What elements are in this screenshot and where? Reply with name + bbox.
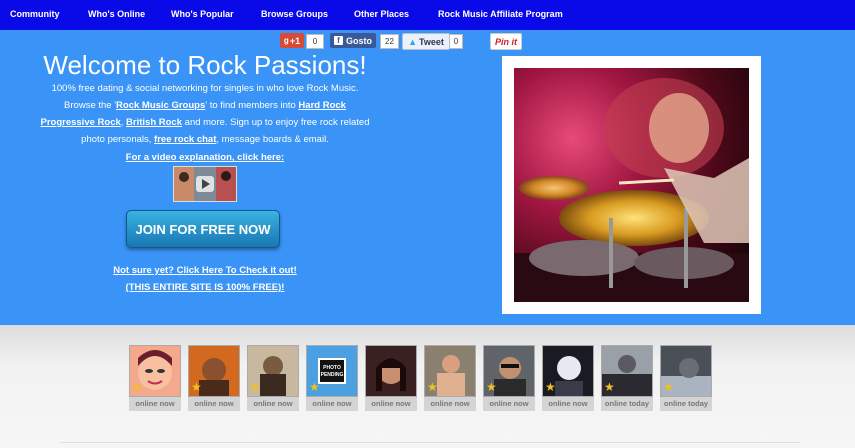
online-status: online now bbox=[247, 397, 299, 411]
tweet-button[interactable]: ▲ Tweet bbox=[402, 33, 450, 50]
share-bar: g +1 0 f Gosto 22 ▲ Tweet 0 Pin it bbox=[0, 33, 855, 50]
online-status: online now bbox=[483, 397, 535, 411]
star-icon: ★ bbox=[486, 380, 497, 394]
online-status: online now bbox=[542, 397, 594, 411]
star-icon: ★ bbox=[309, 380, 320, 394]
star-icon: ★ bbox=[663, 380, 674, 394]
star-icon: ★ bbox=[191, 380, 202, 394]
intro-text: ' to find members into bbox=[205, 100, 299, 111]
top-navigation: Community Who's Online Who's Popular Bro… bbox=[0, 0, 855, 32]
divider bbox=[60, 442, 800, 443]
google-plus-label: +1 bbox=[289, 35, 301, 46]
twitter-bird-icon: ▲ bbox=[408, 36, 418, 47]
facebook-icon: f bbox=[334, 36, 343, 45]
online-status: online now bbox=[188, 397, 240, 411]
star-icon: ★ bbox=[132, 380, 143, 394]
online-status: online now bbox=[306, 397, 358, 411]
drummer-photo bbox=[514, 68, 749, 302]
free-rock-chat-link[interactable]: free rock chat bbox=[154, 134, 216, 145]
facebook-label: Gosto bbox=[346, 35, 372, 46]
video-thumbnail[interactable] bbox=[173, 166, 237, 202]
hard-rock-link[interactable]: Hard Rock bbox=[298, 100, 346, 111]
hero-section: g +1 0 f Gosto 22 ▲ Tweet 0 Pin it Welcome … bbox=[0, 30, 855, 325]
join-for-free-button[interactable]: JOIN FOR FREE NOW bbox=[126, 210, 280, 248]
intro-text: and more. Sign up to enjoy free rock rel… bbox=[182, 117, 370, 128]
nav-community[interactable]: Community bbox=[10, 9, 60, 19]
online-status: online now bbox=[129, 397, 181, 411]
online-status: online now bbox=[424, 397, 476, 411]
member-avatar[interactable] bbox=[365, 345, 417, 397]
tweet-label: Tweet bbox=[419, 36, 444, 47]
progressive-rock-link[interactable]: Progressive Rock bbox=[41, 117, 121, 128]
facebook-count: 22 bbox=[380, 34, 399, 49]
check-it-out-row: Not sure yet? Click Here To Check it out… bbox=[0, 265, 410, 277]
intro-text: , message boards & email. bbox=[216, 134, 329, 145]
google-plus-icon: g bbox=[283, 36, 289, 45]
google-plus-button[interactable]: g +1 bbox=[280, 33, 304, 48]
nav-other-places[interactable]: Other Places bbox=[354, 9, 409, 19]
star-icon: ★ bbox=[545, 380, 556, 394]
rock-music-groups-link[interactable]: Rock Music Groups bbox=[116, 100, 205, 111]
pin-it-button[interactable]: Pin it bbox=[490, 33, 522, 50]
intro-line-1: 100% free dating & social networking for… bbox=[51, 83, 359, 94]
facebook-like-button[interactable]: f Gosto bbox=[330, 33, 376, 48]
intro-text: Browse the ' bbox=[64, 100, 117, 111]
online-members-strip: ★ online now ★ online now ★ online now P… bbox=[0, 325, 855, 448]
star-icon: ★ bbox=[427, 380, 438, 394]
intro-line-4: photo personals, free rock chat, message… bbox=[0, 134, 410, 146]
tweet-count: 0 bbox=[449, 34, 463, 49]
site-free-row: (THIS ENTIRE SITE IS 100% FREE)! bbox=[0, 282, 410, 294]
pin-it-label: Pin it bbox=[495, 36, 517, 47]
star-icon: ★ bbox=[604, 380, 615, 394]
nav-browse-groups[interactable]: Browse Groups bbox=[261, 9, 328, 19]
nav-whos-popular[interactable]: Who's Popular bbox=[171, 9, 234, 19]
check-it-out-link[interactable]: Not sure yet? Click Here To Check it out… bbox=[113, 265, 297, 276]
page-title: Welcome to Rock Passions! bbox=[43, 50, 367, 80]
intro-line-2: Browse the 'Rock Music Groups' to find m… bbox=[0, 100, 410, 112]
photo-pending-label: PHOTO PENDING bbox=[318, 358, 346, 384]
online-status: online today bbox=[601, 397, 653, 411]
nav-affiliate-program[interactable]: Rock Music Affiliate Program bbox=[438, 9, 563, 19]
video-explanation-row: For a video explanation, click here: bbox=[0, 152, 410, 164]
intro-line-3: Progressive Rock, British Rock and more.… bbox=[0, 117, 410, 129]
nav-whos-online[interactable]: Who's Online bbox=[88, 9, 145, 19]
online-status: online now bbox=[365, 397, 417, 411]
online-status: online today bbox=[660, 397, 712, 411]
google-plus-count: 0 bbox=[306, 34, 324, 49]
drummer-photo-frame bbox=[502, 56, 761, 314]
star-icon: ★ bbox=[250, 380, 261, 394]
video-explanation-link[interactable]: For a video explanation, click here: bbox=[126, 152, 284, 163]
intro-text: photo personals, bbox=[81, 134, 155, 145]
site-is-free-link[interactable]: (THIS ENTIRE SITE IS 100% FREE)! bbox=[126, 282, 285, 293]
british-rock-link[interactable]: British Rock bbox=[126, 117, 182, 128]
